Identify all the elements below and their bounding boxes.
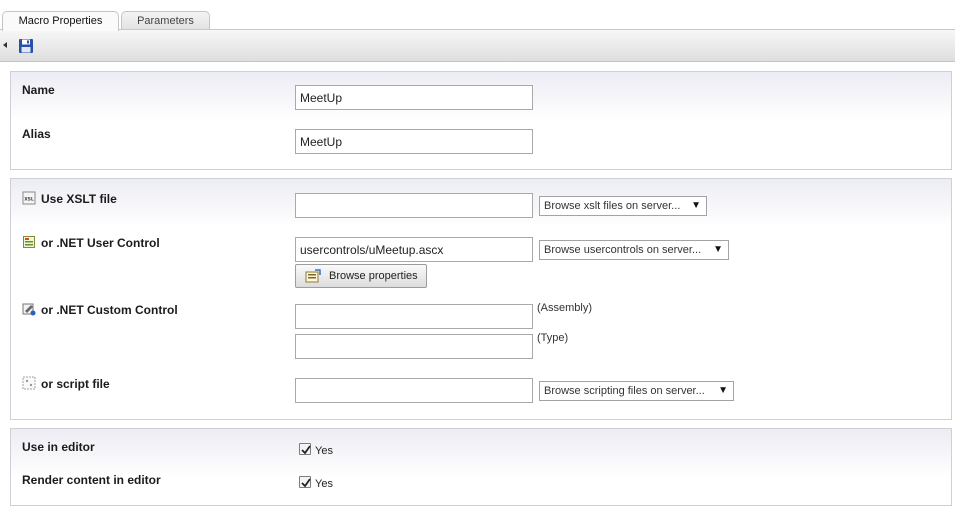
left-arrow-icon[interactable] xyxy=(3,42,7,48)
render-content-checkbox[interactable] xyxy=(299,476,311,488)
name-label: Name xyxy=(22,83,55,97)
svg-text:XSL: XSL xyxy=(24,197,34,203)
chevron-down-icon: ▼ xyxy=(691,200,701,211)
properties-icon xyxy=(305,269,321,283)
xslt-file-icon: XSL xyxy=(22,191,36,205)
use-in-editor-yes-label: Yes xyxy=(315,445,333,457)
render-content-yes-label: Yes xyxy=(315,478,333,490)
script-file-icon xyxy=(22,376,36,390)
chevron-down-icon: ▼ xyxy=(718,385,728,396)
chevron-down-icon: ▼ xyxy=(713,244,723,255)
script-browse-select[interactable]: Browse scripting files on server... ▼ xyxy=(539,381,734,401)
xslt-label: XSL Use XSLT file xyxy=(22,191,117,206)
custom-control-icon xyxy=(22,303,36,316)
assembly-hint: (Assembly) xyxy=(537,302,593,314)
tab-macro-properties[interactable]: Macro Properties xyxy=(2,11,119,31)
alias-input[interactable] xyxy=(295,129,533,154)
use-in-editor-checkbox[interactable] xyxy=(299,443,311,455)
tab-parameters[interactable]: Parameters xyxy=(121,11,210,30)
script-input[interactable] xyxy=(295,378,533,403)
xslt-input[interactable] xyxy=(295,193,533,218)
usercontrol-label: or .NET User Control xyxy=(22,235,160,250)
usercontrol-browse-select[interactable]: Browse usercontrols on server... ▼ xyxy=(539,240,729,260)
checkmark-icon xyxy=(301,445,311,455)
xslt-browse-select[interactable]: Browse xslt files on server... ▼ xyxy=(539,196,707,216)
browse-properties-button[interactable]: Browse properties xyxy=(295,264,427,288)
customcontrol-label: or .NET Custom Control xyxy=(22,302,178,317)
script-label: or script file xyxy=(22,376,110,391)
user-control-icon xyxy=(23,236,35,248)
type-hint: (Type) xyxy=(537,332,569,344)
assembly-input[interactable] xyxy=(295,304,533,329)
name-input[interactable] xyxy=(295,85,533,110)
type-input[interactable] xyxy=(295,334,533,359)
floppy-disk-icon[interactable] xyxy=(18,38,34,54)
checkmark-icon xyxy=(301,478,311,488)
alias-label: Alias xyxy=(22,127,51,141)
tab-bar: Macro Properties Parameters xyxy=(0,0,955,31)
usercontrol-input[interactable] xyxy=(295,237,533,262)
toolbar xyxy=(0,30,955,62)
render-content-label: Render content in editor xyxy=(22,473,161,487)
editor-panel xyxy=(10,428,952,506)
use-in-editor-label: Use in editor xyxy=(22,440,95,454)
